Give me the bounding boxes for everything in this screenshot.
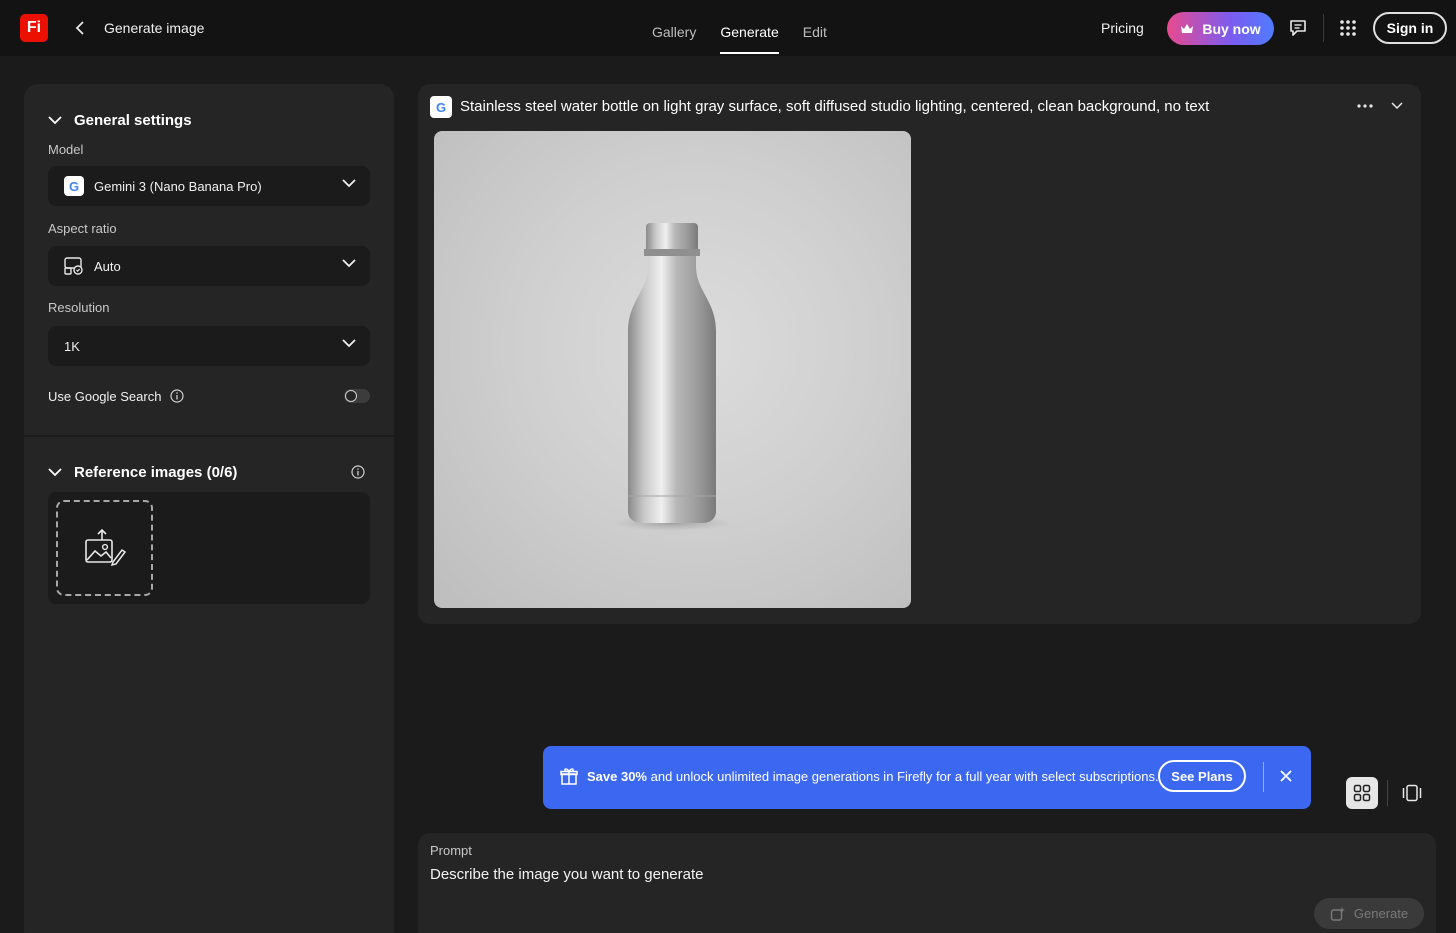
- resolution-value: 1K: [64, 338, 80, 354]
- promo-banner: Save 30% and unlock unlimited image gene…: [543, 746, 1311, 809]
- google-icon: G: [430, 96, 452, 118]
- grid-view-button[interactable]: [1346, 777, 1378, 809]
- reference-images-title: Reference images (0/6): [74, 464, 238, 481]
- sign-in-button[interactable]: Sign in: [1373, 12, 1447, 44]
- buy-now-button[interactable]: Buy now: [1167, 12, 1274, 45]
- google-search-row: Use Google Search: [48, 386, 370, 406]
- generate-button[interactable]: Generate: [1314, 898, 1424, 929]
- resolution-dropdown[interactable]: 1K: [48, 326, 370, 366]
- settings-panel: General settings Model G Gemini 3 (Nano …: [24, 84, 394, 933]
- gift-icon: [560, 768, 578, 785]
- page-title: Generate image: [104, 20, 205, 36]
- promo-highlight: Save 30%: [587, 769, 647, 784]
- grid-view-icon: [1353, 784, 1371, 802]
- generated-image[interactable]: [434, 131, 911, 608]
- see-plans-button[interactable]: See Plans: [1158, 760, 1246, 792]
- upload-image-icon: [84, 528, 126, 567]
- prompt-panel: Prompt Generate: [418, 833, 1436, 933]
- apps-grid-icon[interactable]: [1336, 16, 1360, 40]
- main-tabs: Gallery Generate Edit: [640, 0, 839, 56]
- chevron-down-icon: [342, 339, 356, 348]
- chevron-down-icon: [48, 468, 62, 477]
- view-toggle-divider: [1387, 780, 1388, 806]
- firefly-logo[interactable]: Fi: [20, 14, 48, 42]
- reference-images-header[interactable]: Reference images (0/6): [48, 464, 237, 481]
- chevron-down-icon: [342, 179, 356, 188]
- chevron-down-icon: [342, 259, 356, 268]
- tab-generate[interactable]: Generate: [708, 0, 790, 56]
- info-icon[interactable]: [170, 389, 185, 403]
- chevron-down-icon: [48, 116, 62, 125]
- header-divider: [1323, 14, 1324, 42]
- tab-edit[interactable]: Edit: [791, 0, 839, 56]
- chevron-down-icon[interactable]: [1389, 96, 1405, 114]
- promo-body: and unlock unlimited image generations i…: [647, 769, 1159, 784]
- upload-reference-button[interactable]: [56, 500, 153, 596]
- buy-now-label: Buy now: [1202, 20, 1261, 37]
- generate-label: Generate: [1353, 906, 1409, 921]
- close-icon[interactable]: [1279, 769, 1293, 783]
- general-settings-header[interactable]: General settings: [48, 112, 192, 129]
- tab-gallery[interactable]: Gallery: [640, 0, 708, 56]
- model-label: Model: [48, 142, 84, 157]
- result-card: G Stainless steel water bottle on light …: [418, 84, 1421, 624]
- promo-message: Save 30% and unlock unlimited image gene…: [587, 769, 1159, 784]
- aspect-ratio-value: Auto: [94, 258, 121, 274]
- aspect-ratio-icon: [64, 256, 84, 276]
- crown-icon: [1181, 23, 1194, 33]
- generate-sparkle-icon: [1330, 906, 1345, 921]
- promo-divider: [1263, 762, 1264, 792]
- pricing-link[interactable]: Pricing: [1101, 20, 1144, 36]
- model-value: Gemini 3 (Nano Banana Pro): [94, 178, 262, 194]
- aspect-ratio-dropdown[interactable]: Auto: [48, 246, 370, 286]
- aspect-ratio-label: Aspect ratio: [48, 221, 117, 236]
- section-divider: [24, 435, 394, 437]
- google-search-toggle[interactable]: [344, 389, 370, 403]
- google-search-label: Use Google Search: [48, 388, 162, 404]
- back-icon[interactable]: [70, 16, 90, 40]
- prompt-input[interactable]: [430, 862, 1330, 886]
- single-view-button[interactable]: [1398, 780, 1426, 806]
- general-settings-title: General settings: [74, 112, 192, 129]
- google-icon: G: [64, 176, 84, 196]
- reference-images-area: [48, 492, 370, 604]
- result-prompt-text: Stainless steel water bottle on light gr…: [460, 98, 1210, 115]
- resolution-label: Resolution: [48, 300, 110, 315]
- feedback-icon[interactable]: [1286, 16, 1310, 40]
- water-bottle-image: [612, 223, 732, 531]
- model-dropdown[interactable]: G Gemini 3 (Nano Banana Pro): [48, 166, 370, 206]
- info-icon[interactable]: [351, 465, 365, 479]
- more-options-icon[interactable]: [1356, 98, 1374, 114]
- prompt-label: Prompt: [430, 843, 472, 858]
- top-bar: Fi Generate image Gallery Generate Edit …: [0, 0, 1456, 56]
- single-view-icon: [1402, 784, 1422, 802]
